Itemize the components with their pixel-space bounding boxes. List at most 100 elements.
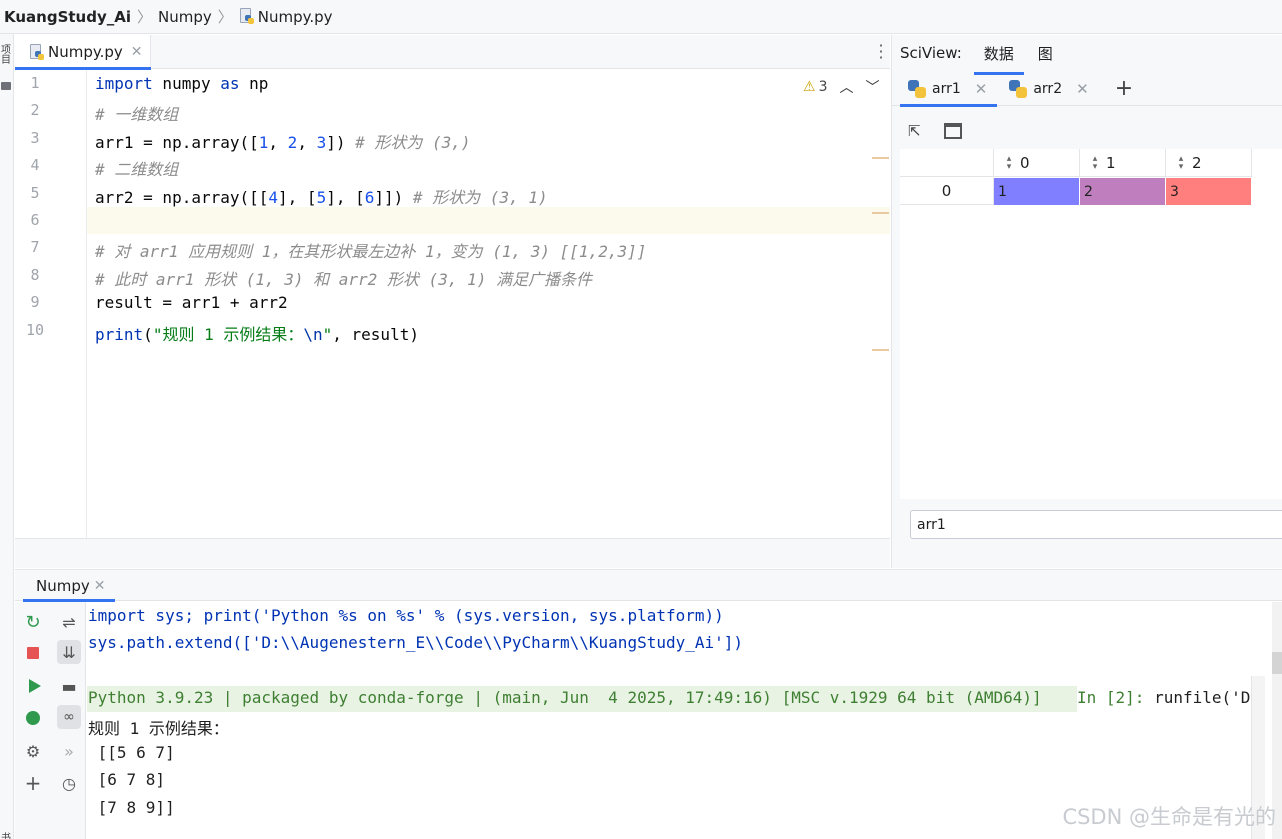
more-options-icon[interactable]: · · · bbox=[878, 38, 884, 66]
line-number-gutter: 1 2 3 4 5 6 7 8 9 10 bbox=[15, 70, 87, 538]
close-icon[interactable]: ✕ bbox=[94, 578, 106, 594]
code-token: numpy bbox=[152, 74, 221, 93]
tab-arr2[interactable]: arr2 ✕ bbox=[1009, 72, 1089, 106]
breadcrumb-folder[interactable]: Numpy bbox=[158, 8, 212, 26]
rerun-icon[interactable]: ↻ bbox=[21, 610, 45, 634]
chevron-up-icon[interactable]: ︿ bbox=[839, 77, 853, 97]
tab-arr1-label: arr1 bbox=[932, 80, 961, 97]
line-number: 5 bbox=[30, 183, 40, 202]
table-row[interactable]: 0123 bbox=[900, 178, 1252, 205]
code-token: , result) bbox=[332, 324, 419, 344]
row-index: 0 bbox=[900, 178, 994, 205]
code-token: # 形状为 (3, 1) bbox=[412, 187, 548, 207]
chevron-right-icon: 〉 bbox=[217, 8, 233, 26]
code-token: " bbox=[322, 324, 333, 344]
code-line[interactable]: arr1 = np.array([1, 2, 3]) # 形状为 (3,) bbox=[95, 129, 471, 153]
array-tab-bar: arr1 ✕ arr2 ✕ + bbox=[892, 72, 1282, 107]
code-line[interactable]: # 二维数组 bbox=[95, 156, 178, 180]
line-number: 6 bbox=[30, 211, 40, 229]
code-line[interactable]: arr2 = np.array([[4], [5], [6]]) # 形状为 (… bbox=[95, 184, 548, 208]
line-number: 4 bbox=[30, 156, 40, 175]
window-icon[interactable] bbox=[944, 123, 962, 139]
breadcrumb: KuangStudy_Ai 〉 Numpy 〉 Numpy.py bbox=[0, 0, 1282, 34]
grid-cell[interactable]: 2 bbox=[1080, 178, 1166, 205]
code-token: # 形状为 (3,) bbox=[355, 132, 471, 152]
sort-icon[interactable]: ▴ ▾ bbox=[1178, 154, 1184, 171]
soft-wrap-icon[interactable]: ⇌ bbox=[57, 610, 81, 634]
breadcrumb-file[interactable]: Numpy.py bbox=[239, 8, 333, 26]
code-line[interactable]: print("规则 1 示例结果：\n", result) bbox=[95, 321, 419, 345]
scrollbar-marker[interactable] bbox=[872, 157, 889, 159]
column-header-label: 1 bbox=[1106, 153, 1116, 172]
code-editor[interactable]: 1 2 3 4 5 6 7 8 9 10 import numpy as np # 一维数组 arr1… bbox=[15, 70, 890, 538]
line-number: 10 bbox=[25, 320, 45, 339]
expression-input[interactable]: arr1 bbox=[910, 510, 1282, 539]
add-icon[interactable]: + bbox=[1115, 76, 1133, 101]
grid-cell[interactable]: 3 bbox=[1166, 178, 1252, 205]
code-token: 5 bbox=[316, 187, 327, 207]
inspection-widget[interactable]: ⚠ 3 ︿ ﹀ bbox=[803, 77, 879, 97]
console-line: sys.path.extend(['D:\\Augenestern_E\\Cod… bbox=[88, 633, 744, 652]
run-icon[interactable] bbox=[23, 674, 47, 698]
tab-data[interactable]: 数据 bbox=[973, 43, 1024, 75]
console-line: [6 7 8] bbox=[88, 770, 166, 789]
scroll-to-end-icon[interactable]: ⇊ bbox=[57, 640, 81, 664]
editor-tab-bar: Numpy.py ✕ · · · bbox=[15, 35, 890, 70]
stop-icon[interactable] bbox=[21, 641, 45, 665]
tab-plots[interactable]: 图 bbox=[1038, 43, 1053, 64]
code-token: # 此时 arr1 形状 (1, 3) 和 arr2 形状 (3, 1) 满足广… bbox=[95, 269, 592, 289]
fast-forward-icon[interactable]: » bbox=[57, 739, 81, 763]
print-icon[interactable]: ▬ bbox=[57, 674, 81, 698]
grid-cell[interactable]: 1 bbox=[994, 178, 1080, 205]
debug-icon[interactable] bbox=[21, 706, 45, 730]
console-prompt: In [2]: runfile('D: bbox=[1077, 688, 1261, 707]
sort-icon[interactable]: ▴ ▾ bbox=[1092, 154, 1098, 171]
code-line[interactable]: import numpy as np bbox=[95, 74, 268, 93]
close-icon[interactable]: ✕ bbox=[975, 80, 988, 98]
column-header[interactable]: ▴ ▾ 2 bbox=[1166, 149, 1252, 177]
warning-count: 3 bbox=[818, 79, 828, 95]
grid-corner bbox=[900, 149, 994, 177]
code-line[interactable]: # 一维数组 bbox=[95, 101, 178, 125]
tab-arr1[interactable]: arr1 ✕ bbox=[899, 72, 998, 107]
add-icon[interactable]: + bbox=[21, 771, 45, 795]
line-number: 9 bbox=[30, 293, 40, 312]
code-line[interactable]: result = arr1 + arr2 bbox=[95, 293, 288, 312]
column-header[interactable]: ▴ ▾ 1 bbox=[1080, 149, 1166, 177]
tab-numpy-py[interactable]: Numpy.py ✕ bbox=[15, 35, 151, 70]
code-token: # 二维数组 bbox=[95, 160, 179, 180]
sort-icon[interactable]: ▴ ▾ bbox=[1006, 154, 1012, 171]
code-line[interactable]: # 对 arr1 应用规则 1，在其形状最左边补 1，变为 (1, 3) [[1… bbox=[95, 238, 646, 262]
tab-label: Numpy.py bbox=[48, 43, 123, 61]
code-token: ], [ bbox=[326, 187, 365, 207]
line-number: 2 bbox=[30, 101, 40, 120]
code-token: , bbox=[268, 132, 288, 152]
close-icon[interactable]: ✕ bbox=[1076, 80, 1089, 98]
console-line: import sys; print('Python %s on %s' % (s… bbox=[88, 606, 724, 625]
column-header[interactable]: ▴ ▾ 0 bbox=[994, 149, 1080, 177]
line-number: 1 bbox=[30, 74, 40, 92]
python-icon bbox=[1009, 79, 1028, 98]
folder-icon[interactable] bbox=[1, 82, 11, 90]
close-icon[interactable]: ✕ bbox=[131, 44, 143, 60]
sciview-toolbar: ⇱ bbox=[908, 120, 980, 142]
code-token: ]]) bbox=[374, 187, 413, 207]
scrollbar-marker[interactable] bbox=[872, 349, 889, 351]
python-file-icon bbox=[29, 43, 44, 61]
chevron-down-icon[interactable]: ﹀ bbox=[865, 77, 879, 97]
tab-console-numpy[interactable]: Numpy ✕ bbox=[15, 570, 116, 602]
column-header-label: 2 bbox=[1192, 153, 1202, 172]
show-variables-icon[interactable]: ∞ bbox=[57, 705, 81, 729]
code-token: # 一维数组 bbox=[95, 105, 179, 125]
sciview-title: SciView: bbox=[900, 44, 962, 62]
settings-icon[interactable]: ⚙ bbox=[21, 739, 45, 763]
breadcrumb-project[interactable]: KuangStudy_Ai bbox=[4, 8, 131, 26]
project-tool-label[interactable]: 项目 bbox=[1, 46, 11, 66]
scrollbar-marker[interactable] bbox=[872, 212, 889, 214]
bookmarks-tool-label[interactable]: 书签 bbox=[1, 834, 11, 839]
history-icon[interactable]: ◷ bbox=[57, 771, 81, 795]
python-icon bbox=[908, 79, 926, 98]
code-line[interactable]: # 此时 arr1 形状 (1, 3) 和 arr2 形状 (3, 1) 满足广… bbox=[95, 266, 592, 290]
open-in-editor-icon[interactable]: ⇱ bbox=[908, 123, 926, 139]
code-token: , bbox=[297, 132, 317, 152]
